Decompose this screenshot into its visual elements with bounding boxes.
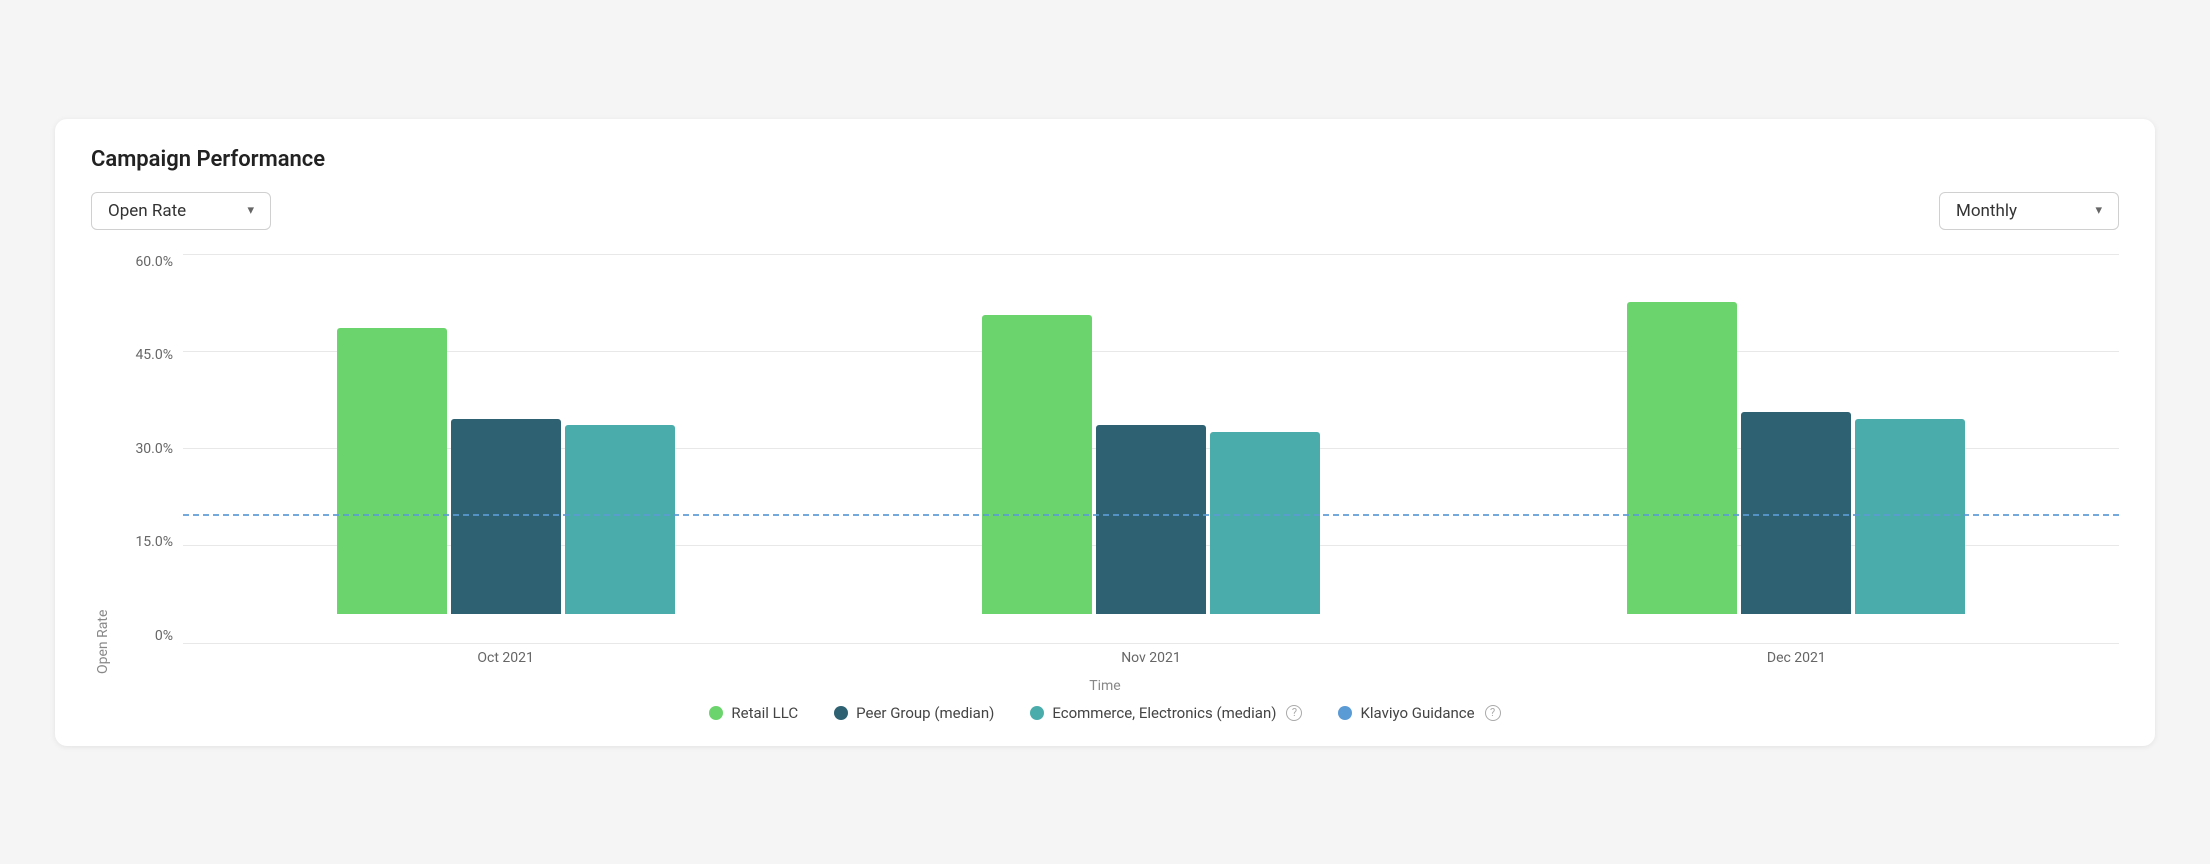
x-label-oct: Oct 2021: [183, 650, 828, 666]
legend-dot-retail: [709, 706, 723, 720]
chart-wrap: Open Rate 60.0% 45.0% 30.0% 15.0% 0%: [91, 254, 2119, 674]
legend-label-peer: Peer Group (median): [856, 704, 994, 722]
legend-dot-peer: [834, 706, 848, 720]
metric-dropdown-label: Open Rate: [108, 201, 186, 221]
bar-peer-1: [1096, 425, 1206, 614]
y-tick-60: 60.0%: [135, 254, 173, 270]
bar-ecommerce-2: [1855, 419, 1965, 614]
controls-bar: Open Rate ▾ Monthly ▾: [91, 192, 2119, 230]
bars-row: [183, 254, 2119, 644]
legend-label-guidance: Klaviyo Guidance: [1360, 704, 1474, 722]
bar-peer-0: [451, 419, 561, 614]
legend-dot-guidance: [1338, 706, 1352, 720]
legend-label-ecommerce: Ecommerce, Electronics (median): [1052, 704, 1276, 722]
month-group-nov: [828, 315, 1473, 614]
y-tick-45: 45.0%: [135, 347, 173, 363]
legend: Retail LLC Peer Group (median) Ecommerce…: [91, 704, 2119, 722]
y-tick-15: 15.0%: [135, 534, 173, 550]
y-ticks: 60.0% 45.0% 30.0% 15.0% 0%: [115, 254, 183, 674]
legend-item-peer: Peer Group (median): [834, 704, 994, 722]
bar-retail-1: [982, 315, 1092, 614]
period-dropdown-label: Monthly: [1956, 201, 2017, 221]
x-label-nov: Nov 2021: [828, 650, 1473, 666]
ecommerce-question-icon[interactable]: ?: [1286, 705, 1302, 721]
y-axis-title: Open Rate: [91, 254, 115, 674]
bar-retail-2: [1627, 302, 1737, 614]
x-axis: Oct 2021 Nov 2021 Dec 2021: [183, 644, 2119, 674]
bar-ecommerce-0: [565, 425, 675, 614]
page-title: Campaign Performance: [91, 147, 2119, 172]
period-dropdown[interactable]: Monthly ▾: [1939, 192, 2119, 230]
y-tick-0: 0%: [155, 628, 173, 644]
chart-area: Open Rate 60.0% 45.0% 30.0% 15.0% 0%: [91, 254, 2119, 722]
bar-retail-0: [337, 328, 447, 614]
guidance-question-icon[interactable]: ?: [1485, 705, 1501, 721]
bar-ecommerce-1: [1210, 432, 1320, 614]
legend-item-retail: Retail LLC: [709, 704, 798, 722]
legend-item-ecommerce: Ecommerce, Electronics (median) ?: [1030, 704, 1302, 722]
month-group-dec: [1474, 302, 2119, 614]
x-axis-title: Time: [91, 678, 2119, 694]
klaviyo-guidance-line: [183, 514, 2119, 516]
x-label-dec: Dec 2021: [1474, 650, 2119, 666]
y-tick-30: 30.0%: [135, 441, 173, 457]
campaign-performance-card: Campaign Performance Open Rate ▾ Monthly…: [55, 119, 2155, 746]
metric-dropdown[interactable]: Open Rate ▾: [91, 192, 271, 230]
period-dropdown-chevron-icon: ▾: [2095, 203, 2102, 218]
metric-dropdown-chevron-icon: ▾: [247, 203, 254, 218]
legend-label-retail: Retail LLC: [731, 704, 798, 722]
legend-item-guidance: Klaviyo Guidance ?: [1338, 704, 1500, 722]
plot-area: Oct 2021 Nov 2021 Dec 2021: [183, 254, 2119, 674]
bar-peer-2: [1741, 412, 1851, 614]
month-group-oct: [183, 328, 828, 614]
legend-dot-ecommerce: [1030, 706, 1044, 720]
